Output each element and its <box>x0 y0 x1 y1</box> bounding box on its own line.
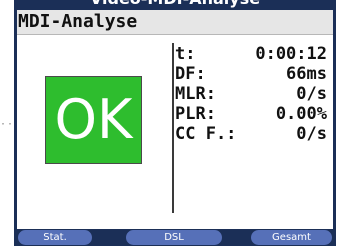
stat-label-mlr: MLR: <box>175 84 216 104</box>
stat-label-df: DF: <box>175 64 206 84</box>
softkey-gesamt-button[interactable]: Gesamt <box>251 230 332 245</box>
status-ok-indicator: OK <box>45 76 142 164</box>
softkey-stat-button[interactable]: Stat. <box>18 230 92 245</box>
softkey-bar: Stat. DSL Gesamt <box>14 229 336 246</box>
side-dotted-marker: ·· <box>0 119 15 130</box>
stat-value-time: 0:00:12 <box>255 44 327 64</box>
stats-panel: t: 0:00:12 DF: 66ms MLR: 0/s PLR: 0.00% … <box>175 44 327 144</box>
stat-row-ccf: CC F.: 0/s <box>175 124 327 144</box>
status-ok-label: OK <box>54 88 133 151</box>
analysis-screen: MDI-Analyse OK t: 0:00:12 DF: 66ms MLR: … <box>17 10 333 229</box>
device-window: Video-MDI-Analyse MDI-Analyse OK t: 0:00… <box>14 0 336 246</box>
stat-value-df: 66ms <box>286 64 327 84</box>
stat-label-ccf: CC F.: <box>175 124 237 144</box>
stat-row-time: t: 0:00:12 <box>175 44 327 64</box>
stat-value-plr: 0.00% <box>275 104 327 124</box>
stat-value-ccf: 0/s <box>296 124 327 144</box>
window-title: Video-MDI-Analyse <box>14 0 336 9</box>
stat-label-time: t: <box>175 44 196 64</box>
stat-row-plr: PLR: 0.00% <box>175 104 327 124</box>
stat-value-mlr: 0/s <box>296 84 327 104</box>
stat-row-df: DF: 66ms <box>175 64 327 84</box>
vertical-divider <box>172 43 174 213</box>
stat-row-mlr: MLR: 0/s <box>175 84 327 104</box>
softkey-dsl-button[interactable]: DSL <box>126 230 222 245</box>
stat-label-plr: PLR: <box>175 104 216 124</box>
screen-header: MDI-Analyse <box>17 10 333 35</box>
window-titlebar: Video-MDI-Analyse <box>14 0 336 10</box>
screen-title: MDI-Analyse <box>18 11 138 32</box>
